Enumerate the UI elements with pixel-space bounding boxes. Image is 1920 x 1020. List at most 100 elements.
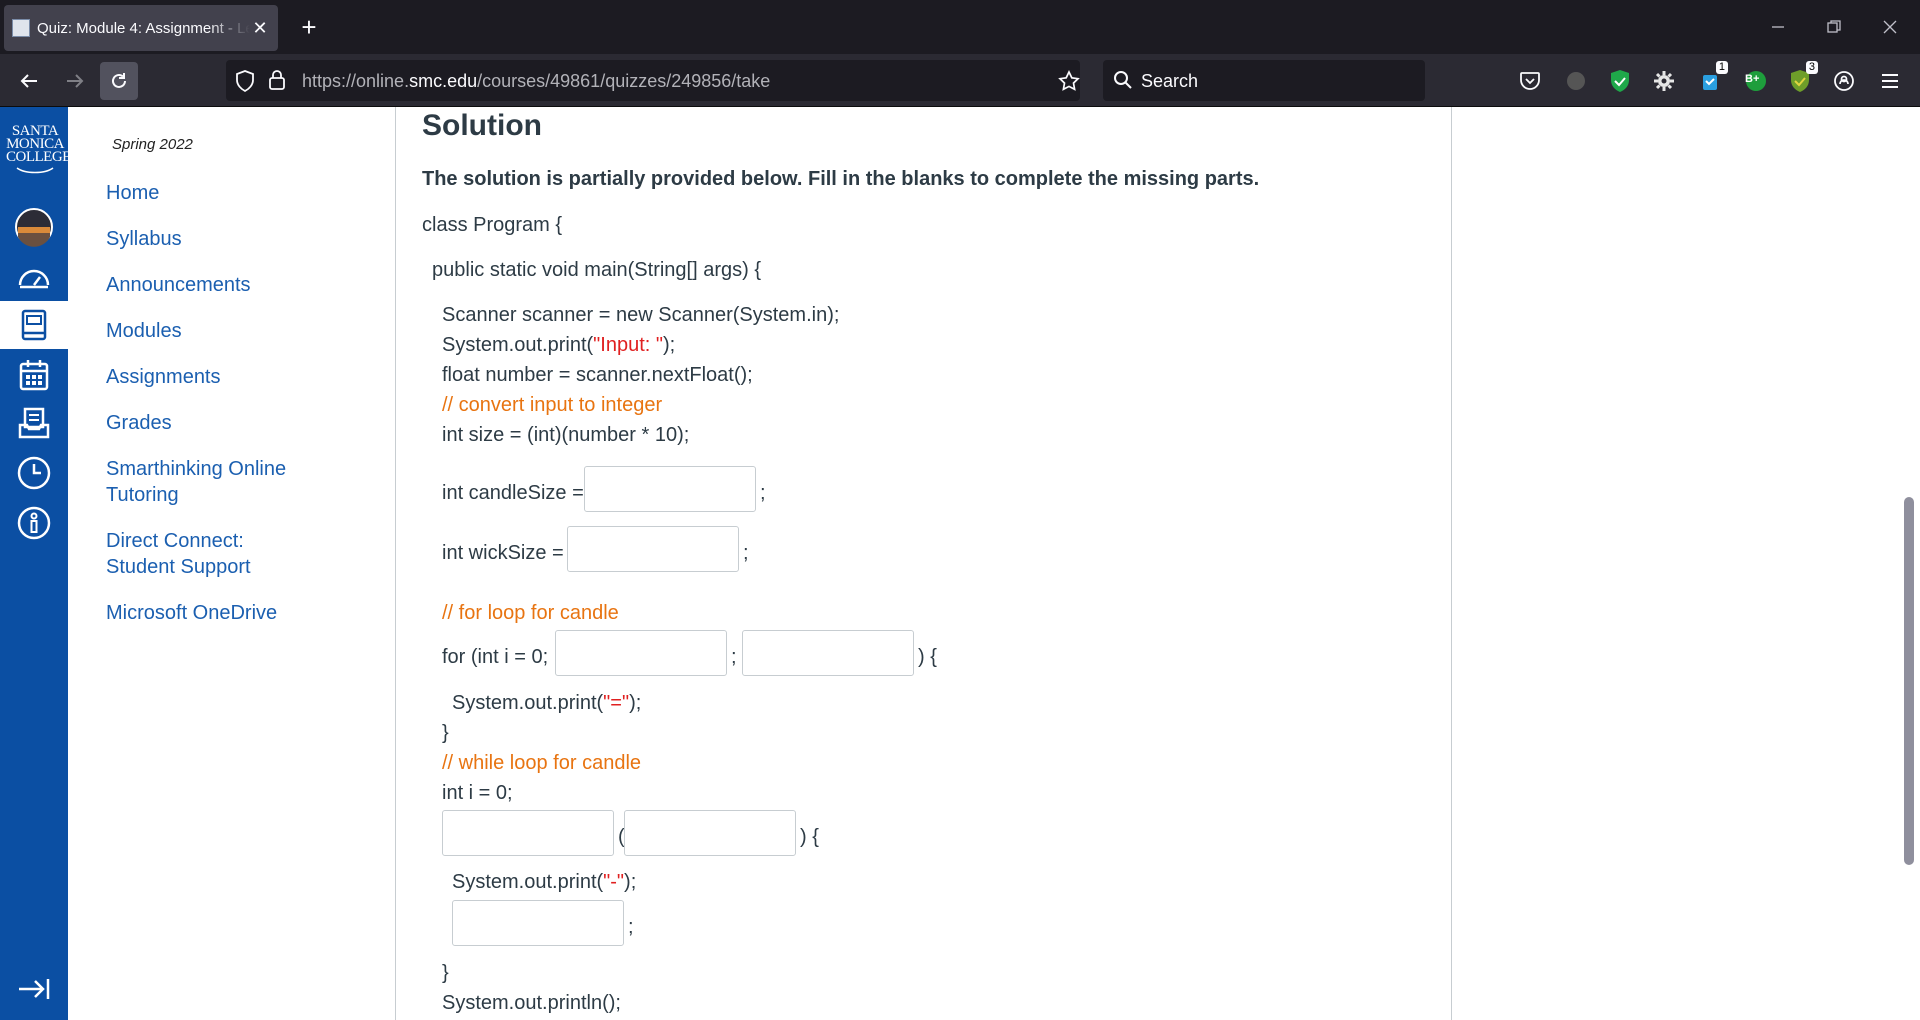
blank-candle-size-input[interactable] bbox=[584, 466, 756, 512]
blank-for-update-input[interactable] bbox=[742, 630, 914, 676]
url-text: https://online.smc.edu/courses/49861/qui… bbox=[302, 71, 770, 92]
avatar bbox=[15, 208, 53, 247]
close-window-icon[interactable] bbox=[1872, 10, 1908, 44]
account-icon[interactable] bbox=[1830, 67, 1858, 95]
code-print-dash-pre: System.out.print( bbox=[452, 871, 604, 893]
adblock-shield-icon[interactable] bbox=[1606, 67, 1634, 95]
inbox-icon bbox=[18, 407, 50, 439]
url-prefix: https://online. bbox=[302, 71, 410, 91]
tab-title: Quiz: Module 4: Assignment - Le bbox=[37, 19, 250, 37]
code-semicolon-1: ; bbox=[760, 482, 766, 504]
search-placeholder: Search bbox=[1141, 71, 1199, 91]
new-tab-button[interactable]: + bbox=[292, 10, 326, 44]
course-nav-syllabus[interactable]: Syllabus bbox=[106, 226, 366, 252]
reload-button[interactable] bbox=[100, 62, 138, 100]
extension-gear-icon[interactable] bbox=[1650, 67, 1678, 95]
code-print-input-post: ); bbox=[662, 334, 676, 356]
course-nav-assignments[interactable]: Assignments bbox=[106, 364, 366, 390]
logo-line-3: COLLEGE bbox=[6, 149, 71, 165]
blank-while-body-input[interactable] bbox=[452, 900, 624, 946]
code-print-input-string: "Input: " bbox=[593, 334, 663, 356]
code-main-decl: public static void main(String[] args) { bbox=[432, 259, 762, 281]
code-close-brace-2: } bbox=[442, 962, 449, 984]
term-label: Spring 2022 bbox=[112, 136, 193, 153]
back-button[interactable] bbox=[10, 62, 48, 100]
solution-heading: Solution bbox=[422, 109, 542, 142]
extension-blue-icon[interactable]: 1 bbox=[1696, 61, 1728, 95]
code-while-close: ) { bbox=[800, 826, 819, 848]
smc-favicon-icon bbox=[12, 19, 30, 37]
tab-bar: Quiz: Module 4: Assignment - Le ✕ + bbox=[0, 0, 1920, 54]
dashboard-gauge-icon bbox=[18, 269, 50, 289]
global-navigation: SANTA MONICA COLLEGE bbox=[0, 107, 71, 1020]
course-nav-direct-connect[interactable]: Direct Connect: Student Support bbox=[106, 528, 286, 580]
reload-icon bbox=[112, 73, 126, 88]
code-size-line: int size = (int)(number * 10); bbox=[442, 424, 690, 446]
forward-button[interactable] bbox=[56, 62, 94, 100]
blank-wick-size-input[interactable] bbox=[567, 526, 739, 572]
course-nav-onedrive[interactable]: Microsoft OneDrive bbox=[106, 600, 366, 626]
lock-icon[interactable] bbox=[268, 69, 286, 96]
restore-icon[interactable] bbox=[1816, 10, 1852, 44]
url-path: /courses/49861/quizzes/249856/take bbox=[477, 71, 771, 91]
course-nav-smarthinking[interactable]: Smarthinking Online Tutoring bbox=[106, 456, 306, 508]
url-domain: smc.edu bbox=[409, 71, 478, 91]
code-print-eq: System.out.print("="); bbox=[452, 690, 641, 716]
course-nav-modules[interactable]: Modules bbox=[106, 318, 366, 344]
page-scrollbar-thumb[interactable] bbox=[1904, 497, 1914, 865]
collapse-nav-button[interactable] bbox=[0, 965, 68, 1013]
code-semicolon-3: ; bbox=[731, 646, 737, 668]
nav-history[interactable] bbox=[0, 449, 68, 497]
minimize-icon[interactable] bbox=[1760, 10, 1796, 44]
code-print-dash: System.out.print("-"); bbox=[452, 869, 636, 895]
code-comment-while: // while loop for candle bbox=[442, 752, 642, 774]
blank-for-condition-input[interactable] bbox=[555, 630, 727, 676]
close-tab-icon[interactable]: ✕ bbox=[250, 18, 270, 39]
smc-logo[interactable]: SANTA MONICA COLLEGE bbox=[6, 124, 71, 177]
forward-arrow-icon bbox=[67, 74, 84, 88]
code-print-input: System.out.print("Input: "); bbox=[442, 332, 675, 358]
search-icon bbox=[1113, 70, 1133, 95]
extension-shield-badge-icon[interactable]: 3 bbox=[1786, 61, 1818, 95]
nav-help[interactable] bbox=[0, 499, 68, 547]
blank-while-condition-input[interactable] bbox=[624, 810, 796, 856]
course-nav-grades[interactable]: Grades bbox=[106, 410, 366, 436]
code-for-close: ) { bbox=[918, 646, 937, 668]
course-navigation: Spring 2022 Home Syllabus Announcements … bbox=[68, 107, 394, 1020]
tracking-protection-shield-icon[interactable] bbox=[235, 70, 255, 97]
quiz-content: Solution The solution is partially provi… bbox=[395, 107, 1452, 1020]
course-nav-announcements[interactable]: Announcements bbox=[106, 272, 366, 298]
course-nav-home[interactable]: Home bbox=[106, 180, 366, 206]
extension-grade-label: B+ bbox=[1745, 73, 1760, 85]
code-print-eq-string: "=" bbox=[603, 692, 630, 714]
code-candle-size-label: int candleSize = bbox=[442, 482, 584, 504]
code-comment-for: // for loop for candle bbox=[442, 602, 619, 624]
search-bar[interactable]: Search bbox=[1103, 60, 1425, 101]
code-int-i-line: int i = 0; bbox=[442, 782, 513, 804]
nav-account-avatar[interactable] bbox=[0, 203, 68, 251]
code-print-dash-post: ); bbox=[624, 871, 637, 893]
nav-dashboard[interactable] bbox=[0, 253, 68, 301]
code-for-label: for (int i = 0; bbox=[442, 646, 549, 668]
browser-tab-quiz[interactable]: Quiz: Module 4: Assignment - Le ✕ bbox=[4, 5, 278, 51]
bookmark-star-icon[interactable] bbox=[1058, 70, 1080, 97]
nav-calendar[interactable] bbox=[0, 351, 68, 399]
address-bar[interactable]: https://online.smc.edu/courses/49861/qui… bbox=[226, 60, 1080, 101]
courses-book-icon bbox=[21, 309, 47, 341]
code-float-line: float number = scanner.nextFloat(); bbox=[442, 364, 753, 386]
calendar-icon bbox=[19, 360, 49, 391]
extension-moon-icon[interactable] bbox=[1562, 67, 1590, 95]
logo-wave-icon bbox=[16, 167, 54, 174]
blank-while-keyword-input[interactable] bbox=[442, 810, 614, 856]
pocket-icon[interactable] bbox=[1516, 67, 1544, 95]
help-info-icon bbox=[17, 506, 51, 540]
code-semicolon-4: ; bbox=[628, 916, 634, 938]
code-scanner-line: Scanner scanner = new Scanner(System.in)… bbox=[442, 304, 840, 326]
extension-grade-icon[interactable]: B+ bbox=[1742, 67, 1770, 95]
menu-hamburger-icon[interactable] bbox=[1876, 67, 1904, 95]
nav-inbox[interactable] bbox=[0, 399, 68, 447]
code-print-eq-post: ); bbox=[629, 692, 642, 714]
history-clock-icon bbox=[17, 456, 51, 490]
nav-courses[interactable] bbox=[0, 301, 68, 349]
code-comment-convert: // convert input to integer bbox=[442, 394, 663, 416]
